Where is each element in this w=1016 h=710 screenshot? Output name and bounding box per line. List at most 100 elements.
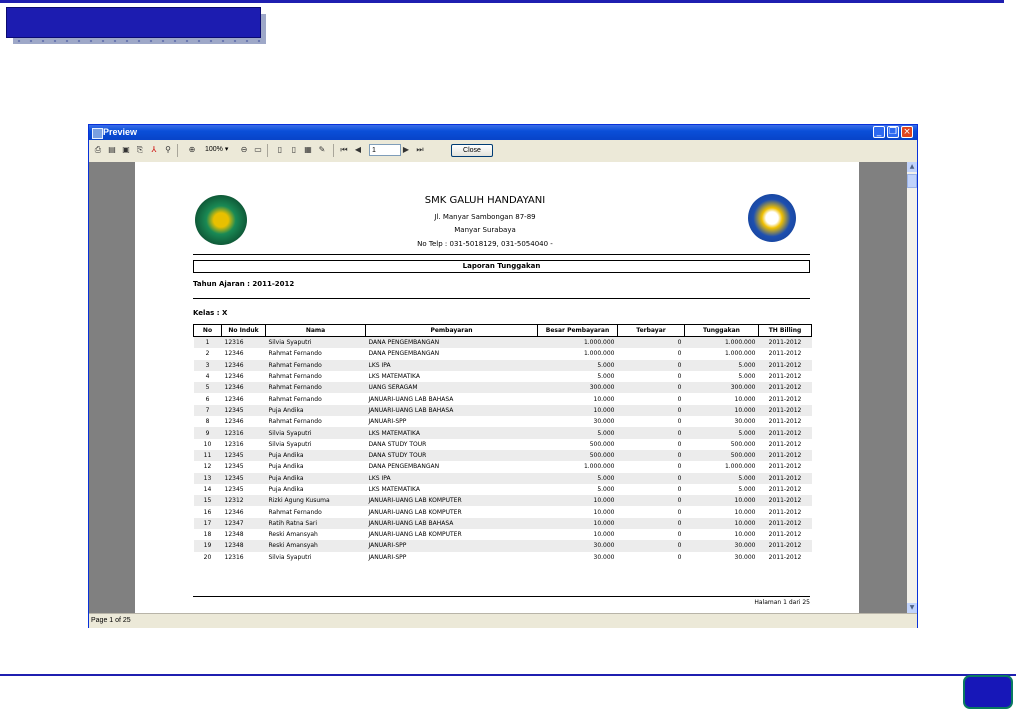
table-cell: 5.000: [597, 429, 615, 437]
print-icon[interactable]: ⎙: [93, 145, 103, 155]
table-cell: 12316: [224, 429, 244, 437]
vertical-scrollbar[interactable]: ▲ ▼: [907, 162, 917, 613]
table-cell: DANA STUDY TOUR: [368, 452, 427, 460]
table-cell: Silvia Syaputri: [268, 553, 312, 561]
close-button[interactable]: Close: [451, 144, 493, 157]
slide-number-badge: [963, 675, 1013, 709]
table-cell: Rahmat Fernando: [268, 373, 322, 381]
table-cell: 15: [203, 497, 212, 505]
scroll-down-button[interactable]: ▼: [907, 603, 917, 613]
table-row: 6 12346 Rahmat Fernando JANUARI-UANG LAB BA…: [194, 393, 812, 404]
table-cell: 12348: [224, 531, 244, 539]
table-cell: 0: [677, 531, 682, 539]
table-cell: 2011-2012: [768, 384, 802, 392]
column-header: No: [193, 324, 222, 337]
two-pages-icon[interactable]: ▯: [289, 145, 299, 155]
table-cell: 3: [205, 361, 210, 369]
maximize-button[interactable]: ❐: [887, 126, 899, 138]
slide-title-box: [6, 7, 261, 38]
table-row: 7 12345 Puja Andika JANUARI-UANG LAB BAHASA…: [193, 404, 812, 417]
table-cell: 12347: [224, 519, 244, 527]
page-width-icon[interactable]: ▭: [253, 145, 263, 155]
pdf-icon[interactable]: ⅄: [149, 145, 159, 155]
multi-page-icon[interactable]: ▦: [303, 145, 313, 155]
table-cell: 20: [203, 553, 212, 561]
table-cell: 0: [677, 440, 682, 448]
table-cell: 1.000.000: [583, 350, 615, 358]
table-cell: 0: [677, 508, 682, 516]
first-page-icon[interactable]: ⏮: [339, 145, 349, 155]
table-cell: 12346: [224, 395, 244, 403]
page-footer: Halaman 1 dari 25: [754, 599, 810, 606]
next-page-icon[interactable]: ▶: [401, 145, 411, 155]
table-row: 16 12346 Rahmat Fernando JANUARI-UANG LAB K…: [194, 506, 812, 517]
table-cell: 13: [203, 474, 212, 482]
column-header: Nama: [265, 324, 366, 337]
table-cell: 2011-2012: [768, 486, 802, 493]
bottom-rule: [0, 674, 1016, 676]
save-icon[interactable]: ▣: [121, 145, 131, 155]
table-cell: 7: [205, 406, 210, 414]
table-cell: 1.000.000: [724, 339, 756, 347]
table-cell: 10.000: [734, 519, 756, 527]
prev-page-icon[interactable]: ◀: [353, 145, 363, 155]
table-cell: 2011-2012: [768, 474, 802, 482]
table-cell: 30.000: [593, 553, 615, 561]
table-cell: 0: [677, 519, 682, 527]
zoom-value: 100%: [205, 146, 223, 153]
export-icon[interactable]: ⎘: [135, 145, 145, 155]
table-cell: 10.000: [593, 519, 615, 527]
open-icon[interactable]: ▤: [107, 145, 117, 155]
table-cell: 10: [203, 440, 212, 448]
column-header: Pembayaran: [365, 324, 538, 337]
table-cell: 10.000: [593, 497, 615, 505]
table-cell: Puja Andika: [268, 486, 304, 493]
table-cell: 30.000: [734, 418, 756, 426]
table-cell: 12345: [224, 452, 244, 460]
table-cell: 5.000: [738, 373, 756, 381]
table-cell: 4: [205, 373, 210, 381]
table-cell: 10.000: [734, 395, 756, 403]
last-page-icon[interactable]: ⏭: [415, 145, 425, 155]
table-cell: JANUARI-UANG LAB KOMPUTER: [368, 531, 462, 539]
table-cell: Rahmat Fernando: [268, 384, 322, 392]
scroll-thumb[interactable]: [907, 174, 917, 188]
table-cell: DANA STUDY TOUR: [368, 440, 427, 448]
column-header: TH Billing: [758, 324, 812, 337]
table-cell: 2011-2012: [768, 339, 802, 347]
table-cell: 0: [677, 384, 682, 392]
table-cell: 2011-2012: [768, 361, 802, 369]
table-cell: 6: [205, 395, 210, 403]
zoom-select[interactable]: 100% ▾: [205, 144, 239, 156]
close-window-button[interactable]: ×: [901, 126, 913, 138]
table-cell: 5.000: [738, 474, 756, 482]
table-cell: 17: [203, 519, 212, 527]
table-cell: 5.000: [738, 486, 756, 493]
minimize-button[interactable]: _: [873, 126, 885, 138]
table-cell: 2011-2012: [768, 373, 802, 381]
table-cell: 2011-2012: [768, 350, 802, 358]
scroll-up-button[interactable]: ▲: [907, 162, 917, 172]
table-cell: JANUARI-UANG LAB KOMPUTER: [368, 508, 462, 516]
table-cell: 9: [205, 429, 210, 437]
table-cell: 16: [203, 508, 212, 516]
table-cell: 2011-2012: [768, 452, 802, 460]
column-header: No Induk: [221, 324, 266, 337]
table-row: 14 12345 Puja Andika LKS MATEMATIKA 5.000 0 5.…: [194, 484, 812, 495]
table-cell: LKS MATEMATIKA: [368, 486, 420, 493]
table-cell: 8: [205, 418, 210, 426]
edit-icon[interactable]: ✎: [317, 145, 327, 155]
find-icon[interactable]: ⚲: [163, 145, 173, 155]
school-year: Tahun Ajaran : 2011-2012: [193, 280, 295, 288]
zoom-out-icon[interactable]: ⊖: [239, 145, 249, 155]
table-cell: Rahmat Fernando: [268, 361, 322, 369]
title-bar[interactable]: Preview _ ❐ ×: [89, 125, 917, 140]
single-page-icon[interactable]: ▯: [275, 145, 285, 155]
arrears-table: No No Induk Nama Pembayaran Besar Pembayaran…: [193, 324, 812, 563]
table-cell: 500.000: [589, 452, 615, 460]
table-cell: 30.000: [593, 418, 615, 426]
table-cell: 0: [677, 497, 682, 505]
zoom-icon[interactable]: ⊕: [187, 145, 197, 155]
page-number-input[interactable]: 1: [369, 144, 401, 156]
table-row: 4 12346 Rahmat Fernando LKS MATEMATIKA 5.000…: [194, 371, 812, 382]
